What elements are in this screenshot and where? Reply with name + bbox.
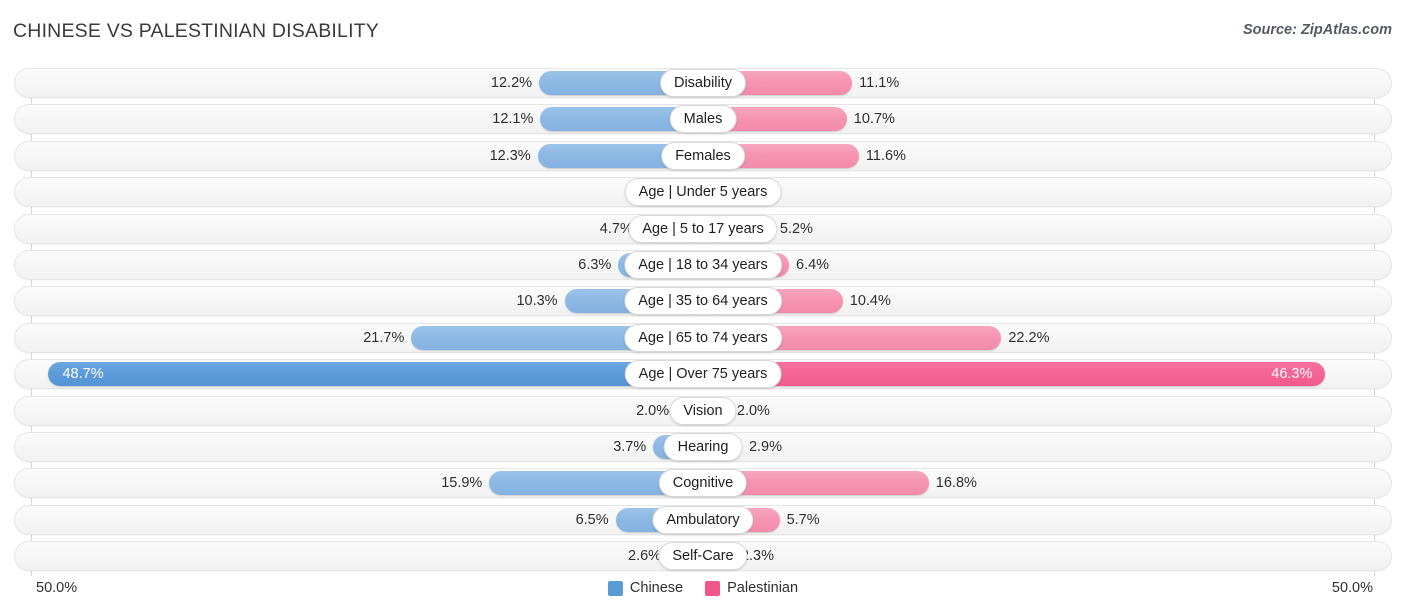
value-label-chinese: 12.2% xyxy=(490,75,533,91)
legend-item[interactable]: Palestinian xyxy=(705,580,798,596)
row-category-label[interactable]: Age | 35 to 64 years xyxy=(624,287,782,316)
value-label-chinese: 12.1% xyxy=(492,111,534,128)
chart-row: 6.5% 5.7% Ambulatory xyxy=(0,504,1406,535)
value-label-chinese: 2.0% xyxy=(636,402,670,419)
row-category-label[interactable]: Age | 18 to 34 years xyxy=(624,250,782,279)
row-category-label[interactable]: Age | 5 to 17 years xyxy=(628,214,778,243)
value-label-palestinian: 2.0% xyxy=(736,402,770,419)
row-category-label[interactable]: Cognitive xyxy=(658,469,748,498)
row-category-label[interactable]: Disability xyxy=(659,69,747,97)
legend-label: Palestinian xyxy=(727,580,799,596)
chart-row: 21.7% 22.2% Age | 65 to 74 years xyxy=(0,322,1406,353)
chart-row: 3.7% 2.9% Hearing xyxy=(0,431,1406,462)
value-label-chinese: 12.3% xyxy=(489,147,531,164)
chart-page: CHINESE VS PALESTINIAN DISABILITY Source… xyxy=(0,0,1406,612)
row-category-label[interactable]: Age | Over 75 years xyxy=(624,360,782,389)
legend-swatch-icon xyxy=(607,580,623,596)
chart-row: 15.9% 16.8% Cognitive xyxy=(0,468,1406,499)
row-category-label[interactable]: Ambulatory xyxy=(652,505,754,534)
chart-row: 12.3% 11.6% Females xyxy=(0,140,1406,171)
chart-row: 2.0% 2.0% Vision xyxy=(0,395,1406,426)
value-label-chinese: 10.3% xyxy=(516,293,558,310)
value-label-palestinian: 6.4% xyxy=(796,256,830,273)
chart-header: CHINESE VS PALESTINIAN DISABILITY Source… xyxy=(0,0,1406,60)
chart-row: 4.7% 5.2% Age | 5 to 17 years xyxy=(0,213,1406,244)
chart-row: 2.6% 2.3% Self-Care xyxy=(0,541,1406,572)
chart-row: 1.1%1.2%Age | Under 5 years xyxy=(0,177,1406,208)
value-label-palestinian: 11.6% xyxy=(865,147,906,164)
bar-chinese xyxy=(48,362,703,387)
value-label-chinese: 2.6% xyxy=(628,548,662,565)
value-label-palestinian: 10.4% xyxy=(849,293,891,310)
value-label-chinese: 15.9% xyxy=(441,475,483,492)
row-category-label[interactable]: Self-Care xyxy=(658,542,748,571)
chart-rows: 12.2% 11.1% Disability 12.1% 10.7% Males 12.3%… xyxy=(0,68,1406,577)
chart-row: 12.2% 11.1% Disability xyxy=(0,68,1406,98)
value-label-palestinian: 22.2% xyxy=(1008,329,1050,346)
chart-row: 6.3% 6.4% Age | 18 to 34 years xyxy=(0,249,1406,280)
value-label-palestinian: 16.8% xyxy=(935,475,977,492)
value-label-chinese: 48.7% xyxy=(62,366,104,383)
chart-footer: 50.0% 50.0% Chinese Palestinian xyxy=(0,572,1406,612)
legend-item[interactable]: Chinese xyxy=(607,580,684,596)
chart-legend: Chinese Palestinian xyxy=(0,580,1406,596)
row-category-label[interactable]: Hearing xyxy=(663,432,743,461)
row-category-label[interactable]: Age | Under 5 years xyxy=(624,178,782,207)
legend-swatch-icon xyxy=(705,580,721,596)
value-label-chinese: 3.7% xyxy=(613,438,647,455)
legend-label: Chinese xyxy=(629,580,684,596)
row-category-label[interactable]: Vision xyxy=(669,396,737,425)
value-label-chinese: 21.7% xyxy=(363,329,405,346)
chart-row: 12.1% 10.7% Males xyxy=(0,104,1406,135)
chart-plot-area: 12.2% 11.1% Disability 12.1% 10.7% Males 12.3%… xyxy=(0,60,1406,576)
value-label-chinese: 6.3% xyxy=(578,256,612,273)
row-category-label[interactable]: Females xyxy=(661,141,745,170)
value-label-chinese: 6.5% xyxy=(575,511,609,528)
value-label-palestinian: 11.1% xyxy=(859,75,900,91)
chart-row: 10.3% 10.4% Age | 35 to 64 years xyxy=(0,286,1406,317)
value-label-palestinian: 10.7% xyxy=(853,111,895,128)
page-title: CHINESE VS PALESTINIAN DISABILITY xyxy=(13,20,380,42)
value-label-palestinian: 2.9% xyxy=(748,438,783,455)
chart-row: 48.7% 46.3% Age | Over 75 years xyxy=(0,359,1406,390)
row-category-label[interactable]: Males xyxy=(669,105,737,134)
value-label-palestinian: 46.3% xyxy=(1271,366,1313,383)
bar-palestinian xyxy=(703,362,1326,387)
source-attribution: Source: ZipAtlas.com xyxy=(1242,22,1392,38)
value-label-palestinian: 5.7% xyxy=(786,511,820,528)
value-label-palestinian: 5.2% xyxy=(779,220,813,237)
row-category-label[interactable]: Age | 65 to 74 years xyxy=(624,323,782,352)
